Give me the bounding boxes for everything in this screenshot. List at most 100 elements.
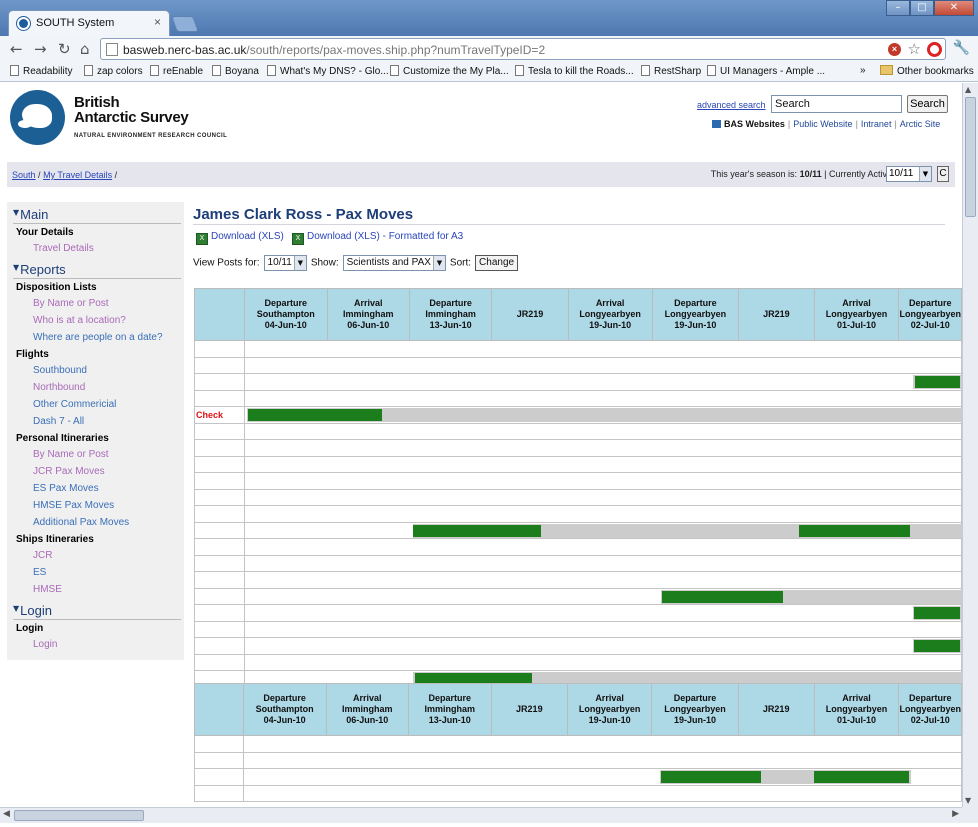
column-header: Arrival Longyearbyen 01-Jul-10 bbox=[813, 288, 900, 341]
sidebar-item-hmse-pax[interactable]: HMSE Pax Moves bbox=[33, 500, 114, 511]
search-input[interactable] bbox=[771, 95, 902, 113]
timeline-cell bbox=[243, 587, 962, 605]
stop-icon[interactable]: × bbox=[888, 43, 901, 56]
window-close-button[interactable]: ✕ bbox=[934, 0, 974, 16]
timeline-bar[interactable] bbox=[412, 524, 541, 537]
bookmark-item[interactable]: reEnable bbox=[150, 65, 203, 77]
bas-logo-icon[interactable] bbox=[10, 90, 65, 145]
bookmark-item[interactable]: UI Managers - Ample ... bbox=[707, 65, 825, 77]
timeline-bar[interactable] bbox=[661, 590, 783, 603]
sidebar-item-dash7[interactable]: Dash 7 - All bbox=[33, 416, 84, 427]
scroll-thumb[interactable] bbox=[14, 810, 144, 821]
c-button[interactable]: C bbox=[937, 166, 949, 182]
sidebar-item-additional-pax[interactable]: Additional Pax Moves bbox=[33, 517, 129, 528]
download-xls-a3-link[interactable]: X Download (XLS) - Formatted for A3 bbox=[292, 231, 463, 245]
timeline-cell bbox=[243, 505, 962, 523]
other-bookmarks[interactable]: Other bookmarks bbox=[880, 65, 974, 77]
table-row bbox=[194, 751, 962, 769]
breadcrumb: South / My Travel Details / bbox=[12, 170, 118, 180]
timeline-bar[interactable] bbox=[247, 409, 382, 421]
row-label-cell bbox=[194, 653, 245, 671]
back-icon[interactable]: ← bbox=[10, 40, 23, 58]
download-xls-link[interactable]: X Download (XLS) bbox=[196, 231, 284, 245]
page-icon bbox=[106, 43, 118, 56]
forward-icon[interactable]: → bbox=[34, 40, 47, 58]
sidebar-item-other-commercial[interactable]: Other Commericial bbox=[33, 399, 116, 410]
tab-close-icon[interactable]: × bbox=[154, 15, 161, 29]
row-label-cell bbox=[194, 637, 245, 655]
column-header: JR219 bbox=[490, 683, 569, 736]
sidebar-head-reports[interactable]: ▼Reports bbox=[13, 262, 66, 277]
advanced-search-link[interactable]: advanced search bbox=[697, 100, 766, 110]
new-tab-button[interactable] bbox=[171, 16, 199, 32]
intranet-link[interactable]: Intranet bbox=[861, 119, 892, 129]
sidebar-group-your-details: Your Details bbox=[16, 227, 74, 238]
sidebar-item-southbound[interactable]: Southbound bbox=[33, 365, 87, 376]
column-header: JR219 bbox=[738, 288, 815, 341]
sidebar-item-northbound[interactable]: Northbound bbox=[33, 382, 85, 393]
opera-icon[interactable] bbox=[927, 42, 942, 57]
bookmark-item[interactable]: What's My DNS? - Glo... bbox=[267, 65, 389, 77]
breadcrumb-bar: South / My Travel Details / This year's … bbox=[7, 162, 955, 187]
breadcrumb-south[interactable]: South bbox=[12, 170, 36, 180]
sidebar-item-travel-details[interactable]: Travel Details bbox=[33, 243, 94, 254]
sidebar-item-hmse[interactable]: HMSE bbox=[33, 584, 62, 595]
timeline-bar[interactable] bbox=[798, 524, 910, 537]
timeline-cell bbox=[243, 439, 962, 457]
arctic-site-link[interactable]: Arctic Site bbox=[900, 119, 941, 129]
breadcrumb-travel-details[interactable]: My Travel Details bbox=[43, 170, 112, 180]
change-button[interactable]: Change bbox=[475, 255, 519, 271]
sidebar-item-disp-name[interactable]: By Name or Post bbox=[33, 298, 109, 309]
active-year-select[interactable]: 10/11 ▼ bbox=[886, 166, 932, 182]
timeline-cell bbox=[243, 554, 962, 572]
timeline-bar[interactable] bbox=[913, 640, 960, 652]
bookmarks-more-icon[interactable]: » bbox=[860, 65, 866, 76]
scroll-thumb[interactable] bbox=[965, 97, 976, 217]
row-label-cell bbox=[194, 620, 245, 638]
filter-bar: View Posts for: 10/11 ▼ Show: Scientists and… bbox=[193, 255, 519, 271]
sidebar-item-jcr-pax[interactable]: JCR Pax Moves bbox=[33, 466, 105, 477]
column-header: Departure Longyearbyen 02-Jul-10 bbox=[898, 288, 962, 341]
address-bar[interactable]: basweb.nerc-bas.ac.uk/south/reports/pax-… bbox=[100, 38, 946, 60]
bookmark-star-icon[interactable]: ☆ bbox=[908, 40, 921, 58]
timeline-bar[interactable] bbox=[660, 771, 761, 783]
timeline-cell bbox=[242, 735, 962, 753]
browser-tab[interactable]: SOUTH System × bbox=[8, 10, 170, 36]
bookmark-item[interactable]: Customize the My Pla... bbox=[390, 65, 509, 77]
bookmark-item[interactable]: Boyana bbox=[212, 65, 259, 77]
bookmark-item[interactable]: RestSharp bbox=[641, 65, 701, 77]
sidebar: ▼Main Your Details Travel Details ▼Repor… bbox=[7, 202, 184, 660]
sidebar-item-jcr[interactable]: JCR bbox=[33, 550, 52, 561]
table-row bbox=[194, 735, 962, 753]
horizontal-scrollbar[interactable]: ◀ ▶ bbox=[0, 807, 962, 823]
bookmark-item[interactable]: Tesla to kill the Roads... bbox=[515, 65, 634, 77]
sidebar-head-login[interactable]: ▼Login bbox=[13, 603, 52, 618]
view-posts-select[interactable]: 10/11 ▼ bbox=[263, 255, 307, 271]
sidebar-item-login[interactable]: Login bbox=[33, 639, 57, 650]
timeline-bar[interactable] bbox=[913, 607, 960, 619]
public-website-link[interactable]: Public Website bbox=[793, 119, 852, 129]
sidebar-head-main[interactable]: ▼Main bbox=[13, 207, 48, 222]
sidebar-group-ships: Ships Itineraries bbox=[16, 534, 94, 545]
timeline-bar[interactable] bbox=[813, 771, 909, 783]
sidebar-item-disp-location[interactable]: Who is at a location? bbox=[33, 315, 126, 326]
bookmark-item[interactable]: zap colors bbox=[84, 65, 143, 77]
sidebar-item-es[interactable]: ES bbox=[33, 567, 46, 578]
show-select[interactable]: Scientists and PAX ▼ bbox=[342, 255, 446, 271]
home-icon[interactable]: ⌂ bbox=[80, 40, 90, 58]
wrench-icon[interactable]: 🔧 bbox=[953, 40, 970, 56]
minimize-button[interactable]: – bbox=[886, 0, 910, 16]
maximize-button[interactable]: □ bbox=[910, 0, 934, 16]
pax-moves-table-2: Departure Southampton 04-Jun-10 Arrival Immi… bbox=[194, 683, 962, 802]
org-subtitle: NATURAL ENVIRONMENT RESEARCH COUNCIL bbox=[74, 133, 228, 139]
sidebar-item-disp-date[interactable]: Where are people on a date? bbox=[33, 332, 163, 343]
triangle-down-icon: ▼ bbox=[13, 208, 20, 217]
timeline-bar[interactable] bbox=[914, 376, 960, 388]
vertical-scrollbar[interactable]: ▲ ▼ bbox=[962, 83, 978, 807]
reload-icon[interactable]: ↻ bbox=[58, 40, 71, 58]
bookmark-item[interactable]: Readability bbox=[10, 65, 72, 77]
sidebar-item-pers-name[interactable]: By Name or Post bbox=[33, 449, 109, 460]
sidebar-item-es-pax[interactable]: ES Pax Moves bbox=[33, 483, 99, 494]
browser-toolbar: ← → ↻ ⌂ basweb.nerc-bas.ac.uk/south/repo… bbox=[0, 36, 978, 62]
search-button[interactable]: Search bbox=[907, 95, 948, 113]
